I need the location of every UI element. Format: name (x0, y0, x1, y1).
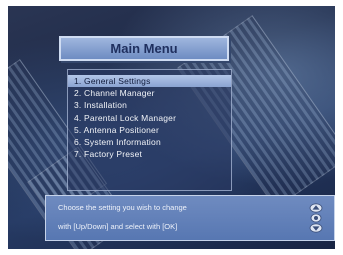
menu-item-system-information[interactable]: 6. System Information (68, 136, 231, 148)
menu-item-general-settings[interactable]: 1. General Settings (68, 75, 231, 88)
main-menu-list: 1. General Settings 2. Channel Manager 3… (67, 69, 232, 191)
help-text-line-2: with [Up/Down] and select with [OK] (58, 222, 178, 231)
page-title: Main Menu (110, 41, 178, 56)
up-arrow-icon (309, 203, 323, 213)
remote-nav-icons (308, 203, 324, 233)
help-text-line-1: Choose the setting you wish to change (58, 203, 187, 212)
menu-item-antenna-positioner[interactable]: 5. Antenna Positioner (68, 124, 231, 136)
tv-screen: Main Menu 1. General Settings 2. Channel… (8, 6, 335, 249)
help-box: Choose the setting you wish to change wi… (45, 195, 335, 241)
menu-item-channel-manager[interactable]: 2. Channel Manager (68, 87, 231, 99)
menu-item-installation[interactable]: 3. Installation (68, 99, 231, 111)
menu-item-parental-lock-manager[interactable]: 4. Parental Lock Manager (68, 112, 231, 124)
ok-icon (310, 213, 322, 223)
page-title-box: Main Menu (59, 36, 229, 61)
menu-item-factory-preset[interactable]: 7. Factory Preset (68, 148, 231, 160)
down-arrow-icon (309, 223, 323, 233)
